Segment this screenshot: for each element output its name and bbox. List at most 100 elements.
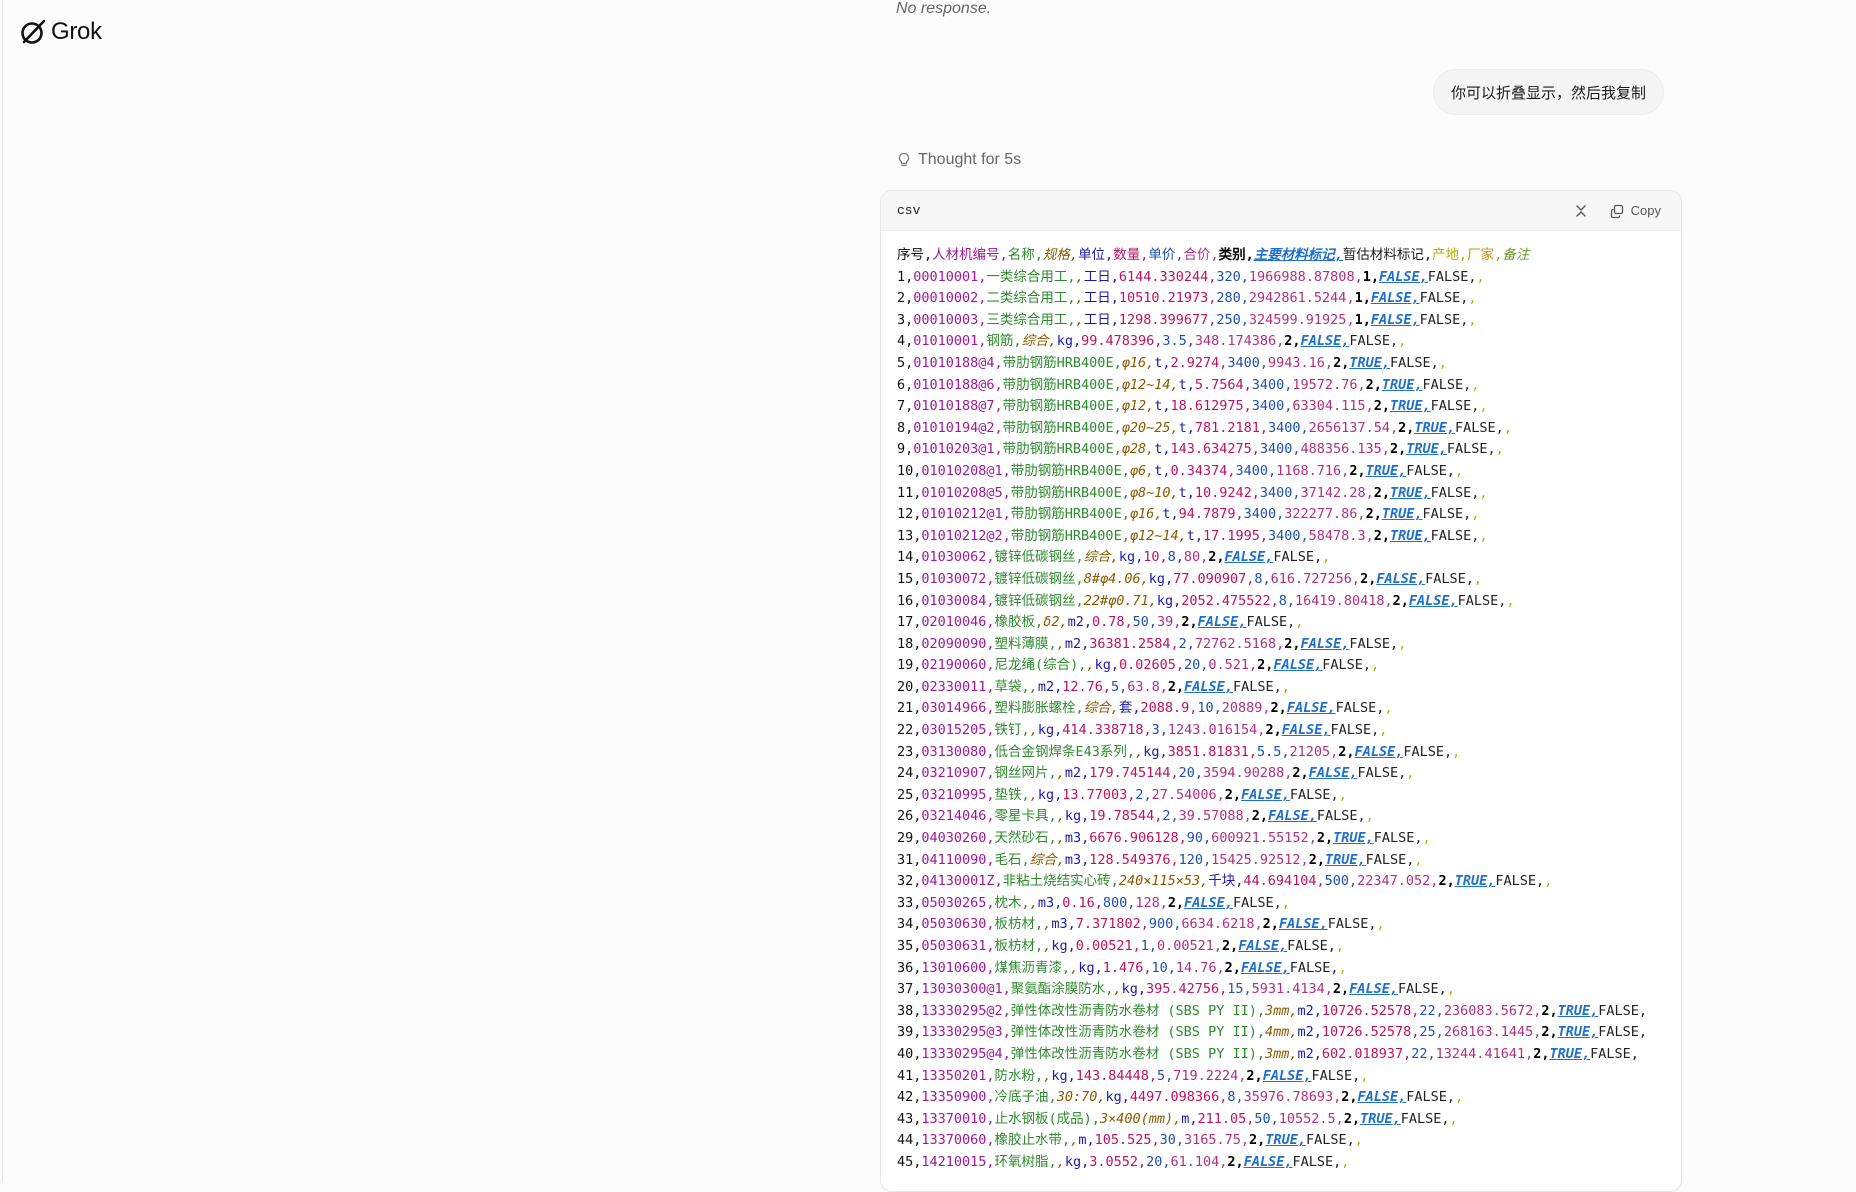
csv-code-content[interactable]: 序号,人材机编号,名称,规格,单位,数量,单价,合价,类别,主要材料标记,暂估材… xyxy=(881,231,1681,1188)
csv-cell: 弹性体改性沥青防水卷材 (SBS PY II), xyxy=(1010,1045,1265,1062)
csv-cell: 99.478396, xyxy=(1081,333,1163,350)
csv-cell: 44.694104, xyxy=(1243,873,1325,890)
thought-label: Thought for 5s xyxy=(918,151,1022,168)
csv-cell: 488356.135, xyxy=(1300,441,1390,458)
csv-row: 40,13330295@4,弹性体改性沥青防水卷材 (SBS PY II),3m… xyxy=(897,1044,1665,1066)
csv-cell: 10.9242, xyxy=(1194,484,1260,501)
csv-cell: 铁钉, xyxy=(994,722,1030,739)
csv-cell: 带肋钢筋HRB400E, xyxy=(1002,354,1122,371)
csv-cell: 35, xyxy=(897,938,922,954)
csv-row: 34,05030630,板枋材,, m3,7.371802,900,6634.62… xyxy=(897,914,1665,936)
csv-cell: 41, xyxy=(897,1067,922,1084)
csv-cell: 250, xyxy=(1216,311,1249,328)
csv-cell: 7.371802, xyxy=(1075,916,1149,933)
csv-cell: 工日, xyxy=(1083,290,1119,307)
csv-cell: 30, xyxy=(1159,1132,1185,1149)
csv-cell: 2, xyxy=(1167,678,1185,695)
csv-cell: 32, xyxy=(897,873,922,890)
csv-cell: 6144.330244, xyxy=(1118,268,1217,285)
csv-cell: φ12~14, xyxy=(1129,527,1187,544)
csv-cell: , xyxy=(1371,657,1380,674)
csv-cell: 10726.52578, xyxy=(1321,1024,1420,1041)
csv-cell: 3, xyxy=(897,311,914,328)
left-divider xyxy=(2,0,3,1181)
csv-cell: 千块, xyxy=(1208,873,1244,890)
csv-cell: 128.549376, xyxy=(1089,851,1179,868)
csv-cell: 21, xyxy=(897,700,922,717)
csv-cell: 324599.91925, xyxy=(1248,311,1355,328)
csv-cell: 2, xyxy=(1284,635,1301,652)
user-message-bubble: 你可以折叠显示，然后我复制 xyxy=(1432,69,1664,115)
copy-button[interactable]: Copy xyxy=(1605,199,1665,223)
csv-cell: 280, xyxy=(1216,290,1249,307)
csv-cell: 13330295@4, xyxy=(921,1045,1011,1062)
csv-cell: 10552.5, xyxy=(1278,1110,1344,1127)
csv-cell: 348.174386, xyxy=(1194,333,1285,350)
csv-cell: TRUE, xyxy=(1381,376,1423,393)
csv-cell: FALSE, xyxy=(1289,786,1339,803)
csv-row: 4,01010001,钢筋,综合,kg,99.478396,3.5,348.17… xyxy=(897,331,1665,353)
csv-cell: 11, xyxy=(897,484,922,501)
csv-row: 12,01010212@1,带肋钢筋HRB400E,φ16,t,94.7879,… xyxy=(897,504,1665,526)
csv-cell: FALSE, xyxy=(1408,592,1458,609)
csv-cell: 20, xyxy=(897,678,922,695)
csv-cell: 镀锌低碳钢丝, xyxy=(994,549,1084,566)
csv-cell: 04030260, xyxy=(921,830,995,847)
csv-cell: 04110090, xyxy=(921,851,995,868)
csv-cell: t, xyxy=(1154,462,1171,479)
csv-cell: , xyxy=(1479,484,1488,501)
csv-cell: 39, xyxy=(1157,614,1182,631)
csv-cell: 22#φ0.71, xyxy=(1083,592,1157,609)
csv-cell: TRUE, xyxy=(1557,1024,1599,1041)
csv-cell: 10510.21973, xyxy=(1118,290,1217,307)
csv-cell: 草袋, xyxy=(994,678,1030,695)
lightbulb-icon xyxy=(898,152,910,167)
csv-cell: t, xyxy=(1154,354,1171,371)
csv-cell: 5, xyxy=(1157,1067,1174,1084)
grok-logo[interactable]: Grok xyxy=(19,18,102,46)
csv-cell: 00010003, xyxy=(913,311,987,328)
csv-cell: FALSE, xyxy=(1403,743,1453,760)
csv-cell: 2, xyxy=(1265,722,1282,739)
csv-cell: 板枋材, xyxy=(994,916,1044,933)
csv-cell: FALSE, xyxy=(1357,1089,1407,1106)
collapse-button[interactable] xyxy=(1567,197,1595,225)
grok-logo-icon xyxy=(21,19,46,44)
csv-cell: 19572.76, xyxy=(1292,376,1366,393)
csv-cell: φ12~14, xyxy=(1121,376,1179,393)
csv-cell: FALSE, xyxy=(1184,894,1233,911)
csv-cell: 综合, xyxy=(1083,700,1119,717)
csv-cell: FALSE, xyxy=(1197,614,1247,631)
csv-cell: 63304.115, xyxy=(1292,398,1374,415)
csv-cell: 39.57088, xyxy=(1178,808,1252,825)
csv-row: 11,01010208@5,带肋钢筋HRB400E,φ8~10,t,10.924… xyxy=(897,483,1665,505)
csv-cell: kg, xyxy=(1064,1153,1090,1170)
csv-cell: 煤焦沥青漆, xyxy=(994,959,1071,976)
thought-toggle[interactable]: Thought for 5s xyxy=(896,151,1021,169)
csv-cell: FALSE, xyxy=(1457,592,1507,609)
csv-cell: FALSE, xyxy=(1590,1045,1639,1062)
app-name: Grok xyxy=(51,18,102,45)
csv-row: 43,13370010,止水钢板(成品),3×400(mm),m,211.05,… xyxy=(897,1109,1665,1131)
csv-cell: TRUE, xyxy=(1389,484,1431,501)
csv-cell: 39, xyxy=(897,1024,922,1041)
csv-cell: , xyxy=(1471,506,1480,523)
csv-cell: kg, xyxy=(1121,981,1146,998)
csv-cell: 21205, xyxy=(1289,743,1339,760)
csv-cell: 10, xyxy=(1151,959,1176,976)
csv-cell: m2, xyxy=(1297,1024,1322,1041)
csv-cell: 2, xyxy=(1208,549,1225,566)
csv-cell: , xyxy=(1544,873,1553,890)
csv-cell: 2, xyxy=(1224,786,1242,803)
csv-cell: 垫铁, xyxy=(994,786,1030,803)
csv-cell: kg, xyxy=(1148,570,1174,587)
csv-cell: 2, xyxy=(1224,959,1241,976)
csv-cell: 01010188@4, xyxy=(913,354,1003,371)
csv-cell: 10, xyxy=(1143,549,1168,566)
csv-cell: 2, xyxy=(1222,938,1239,954)
csv-cell: FALSE, xyxy=(1354,743,1404,760)
csv-cell: 2, xyxy=(1262,916,1279,933)
csv-cell: TRUE, xyxy=(1389,527,1431,544)
csv-cell: 2, xyxy=(1135,786,1152,803)
csv-cell: 45, xyxy=(897,1153,922,1170)
